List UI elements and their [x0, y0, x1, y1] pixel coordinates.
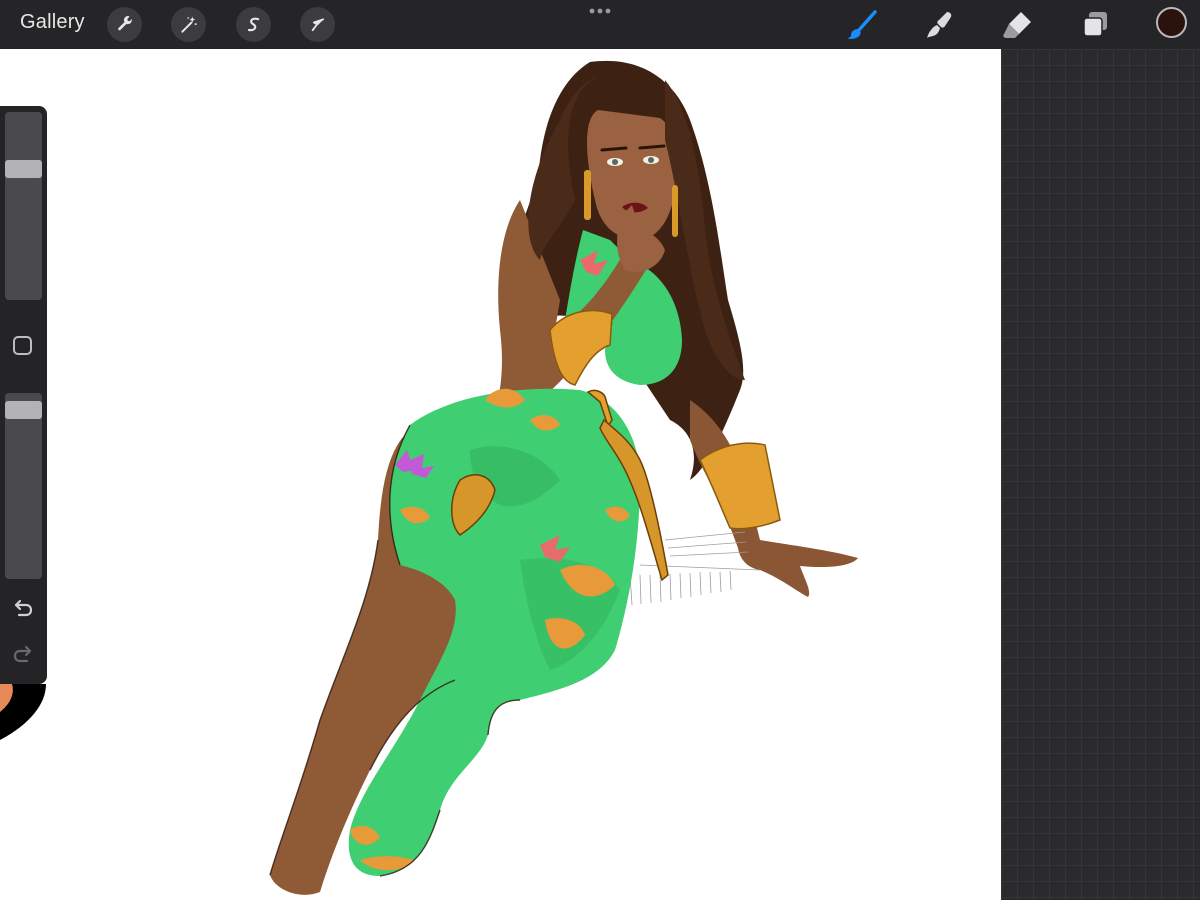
selection-button[interactable]	[236, 7, 271, 42]
brush-size-slider-thumb[interactable]	[5, 159, 42, 178]
artwork-illustration	[269, 60, 858, 895]
drawing-canvas[interactable]	[0, 49, 1001, 900]
more-options-icon[interactable]	[588, 7, 612, 15]
selection-icon	[247, 17, 259, 31]
left-sidebar	[0, 106, 47, 684]
modify-button[interactable]	[13, 336, 32, 355]
opacity-slider[interactable]	[5, 393, 42, 579]
opacity-slider-thumb[interactable]	[5, 401, 42, 420]
transform-arrow-icon	[310, 17, 324, 31]
wrench-icon	[117, 15, 132, 30]
smudge-icon[interactable]	[923, 8, 957, 42]
redo-icon[interactable]	[11, 642, 35, 666]
actions-button[interactable]	[107, 7, 142, 42]
brush-size-slider[interactable]	[5, 112, 42, 300]
undo-icon[interactable]	[11, 596, 35, 620]
reference-thumbnail	[0, 684, 46, 740]
workspace-grid	[1001, 49, 1200, 900]
gallery-button[interactable]: Gallery	[20, 11, 85, 34]
magic-wand-icon	[180, 16, 197, 33]
adjustments-button[interactable]	[171, 7, 206, 42]
top-toolbar: Gallery	[0, 0, 1200, 49]
layers-icon[interactable]	[1079, 8, 1113, 42]
transform-button[interactable]	[300, 7, 335, 42]
color-picker-swatch[interactable]	[1156, 7, 1187, 38]
eraser-icon[interactable]	[1001, 8, 1035, 42]
brush-icon[interactable]	[845, 8, 879, 42]
